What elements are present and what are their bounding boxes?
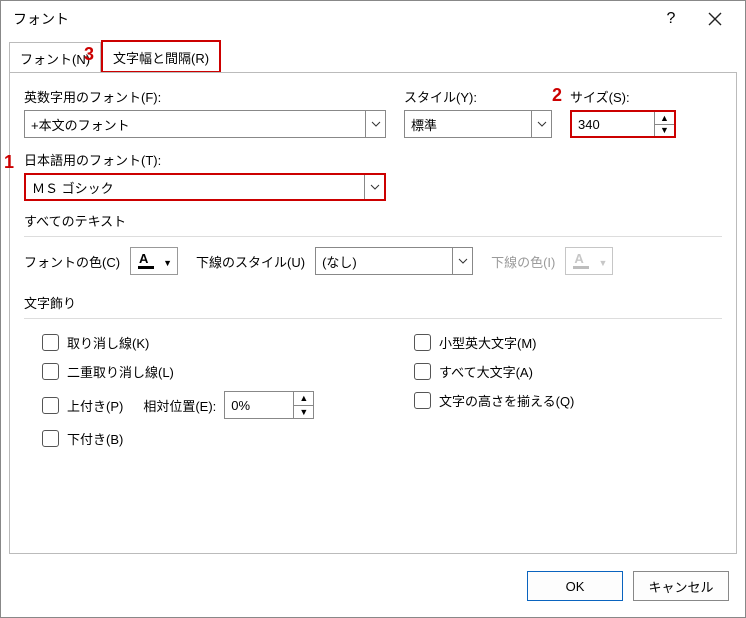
relative-pos-spinner[interactable]: 0% ▲ ▼: [224, 391, 314, 419]
spinner-buttons[interactable]: ▲ ▼: [293, 392, 313, 418]
titlebar: フォント ?: [1, 1, 745, 37]
annotation-2: 2: [552, 85, 562, 106]
label-asian-font: 日本語用のフォント(T):: [24, 150, 722, 169]
font-color-button[interactable]: A ▼: [130, 247, 178, 275]
color-swatch: [573, 266, 589, 269]
dialog-title: フォント: [13, 9, 649, 29]
check-strikethrough[interactable]: 取り消し線(K): [42, 333, 404, 352]
style-combo[interactable]: 標準: [404, 110, 552, 138]
spin-down-icon[interactable]: ▼: [294, 406, 313, 419]
spin-up-icon[interactable]: ▲: [294, 392, 313, 406]
checkbox-icon: [42, 363, 59, 380]
checkbox-icon: [42, 430, 59, 447]
label-size: サイズ(S):: [570, 87, 676, 106]
asian-font-combo[interactable]: ＭＳ ゴシック: [24, 173, 386, 201]
checkbox-icon: [42, 397, 59, 414]
check-double-strikethrough[interactable]: 二重取り消し線(L): [42, 362, 404, 381]
close-button[interactable]: [693, 4, 737, 34]
label-underline-color: 下線の色(I): [491, 252, 555, 271]
annotation-3: 3: [84, 44, 94, 65]
tab-spacing[interactable]: 文字幅と間隔(R): [101, 40, 221, 73]
spinner-buttons[interactable]: ▲ ▼: [654, 112, 674, 136]
check-equalize-height[interactable]: 文字の高さを揃える(Q): [414, 391, 574, 410]
chevron-down-icon: ▼: [598, 258, 607, 268]
underline-color-button[interactable]: A ▼: [565, 247, 613, 275]
label-latin-font: 英数字用のフォント(F):: [24, 87, 386, 106]
chevron-down-icon: [452, 248, 472, 274]
check-allcaps[interactable]: すべて大文字(A): [414, 362, 574, 381]
main-panel: 英数字用のフォント(F): +本文のフォント スタイル(Y): 標準 2 サイズ…: [9, 72, 737, 554]
font-color-icon: A: [139, 251, 148, 266]
underline-style-combo[interactable]: (なし): [315, 247, 473, 275]
check-subscript[interactable]: 下付き(B): [42, 429, 404, 448]
chevron-down-icon: [531, 111, 551, 137]
chevron-down-icon: [365, 111, 385, 137]
annotation-1: 1: [4, 152, 14, 173]
section-all-text: すべてのテキスト: [24, 211, 722, 230]
check-superscript[interactable]: 上付き(P) 相対位置(E): 0% ▲ ▼: [42, 391, 404, 419]
check-smallcaps[interactable]: 小型英大文字(M): [414, 333, 574, 352]
label-font-color: フォントの色(C): [24, 252, 120, 271]
ok-button[interactable]: OK: [527, 571, 623, 601]
spin-down-icon[interactable]: ▼: [655, 125, 674, 137]
label-relative-pos: 相対位置(E):: [143, 396, 216, 415]
latin-font-combo[interactable]: +本文のフォント: [24, 110, 386, 138]
underline-color-icon: A: [574, 251, 583, 266]
cancel-button[interactable]: キャンセル: [633, 571, 729, 601]
label-style: スタイル(Y):: [404, 87, 552, 106]
size-spinner[interactable]: 340 ▲ ▼: [570, 110, 676, 138]
dialog-footer: OK キャンセル: [1, 563, 745, 615]
checkbox-icon: [414, 392, 431, 409]
chevron-down-icon: [364, 175, 384, 199]
color-swatch: [138, 266, 154, 269]
chevron-down-icon: ▼: [163, 258, 172, 268]
checkbox-icon: [414, 334, 431, 351]
section-effects: 文字飾り: [24, 293, 722, 312]
checkbox-icon: [414, 363, 431, 380]
label-underline-style: 下線のスタイル(U): [196, 252, 305, 271]
help-button[interactable]: ?: [649, 4, 693, 34]
tab-bar: フォント(N) 文字幅と間隔(R): [1, 41, 745, 73]
spin-up-icon[interactable]: ▲: [655, 112, 674, 125]
checkbox-icon: [42, 334, 59, 351]
